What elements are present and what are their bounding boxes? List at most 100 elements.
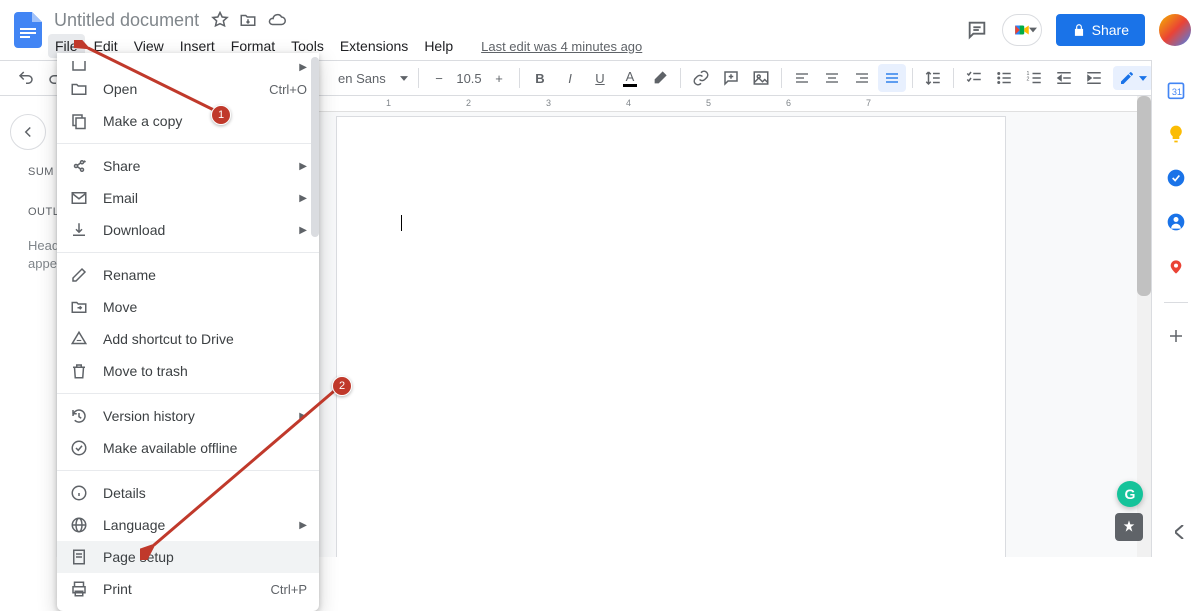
align-justify-button[interactable] bbox=[878, 64, 906, 92]
menu-item-download[interactable]: Download ▶ bbox=[57, 214, 319, 246]
bold-button[interactable]: B bbox=[526, 64, 554, 92]
move-icon[interactable] bbox=[239, 11, 257, 29]
align-center-button[interactable] bbox=[818, 64, 846, 92]
decrease-indent-button[interactable] bbox=[1050, 64, 1078, 92]
account-avatar[interactable] bbox=[1159, 14, 1191, 46]
menu-item-details[interactable]: Details bbox=[57, 477, 319, 509]
contacts-icon[interactable] bbox=[1166, 212, 1186, 232]
submenu-arrow-icon: ▶ bbox=[299, 520, 307, 531]
menu-item-share[interactable]: Share ▶ bbox=[57, 150, 319, 182]
add-addon-icon[interactable] bbox=[1167, 327, 1185, 345]
open-comments-icon[interactable] bbox=[966, 19, 988, 41]
menu-item-version-history[interactable]: Version history ▶ bbox=[57, 400, 319, 432]
menu-item-make-copy[interactable]: Make a copy bbox=[57, 105, 319, 137]
menu-item-label: Rename bbox=[103, 267, 307, 283]
history-icon bbox=[69, 406, 89, 426]
align-right-button[interactable] bbox=[848, 64, 876, 92]
menu-item-label: Move bbox=[103, 299, 307, 315]
side-panel-toggle[interactable] bbox=[1175, 525, 1185, 539]
insert-comment-button[interactable] bbox=[717, 64, 745, 92]
font-size-decrease[interactable]: − bbox=[425, 64, 453, 92]
share-icon bbox=[69, 156, 89, 176]
bulleted-list-button[interactable] bbox=[990, 64, 1018, 92]
download-icon bbox=[69, 220, 89, 240]
tasks-icon[interactable] bbox=[1166, 168, 1186, 188]
menu-item-label: Page setup bbox=[103, 549, 307, 565]
maps-icon[interactable] bbox=[1168, 256, 1184, 278]
grammarly-icon[interactable]: G bbox=[1117, 481, 1143, 507]
numbered-list-button[interactable]: 12 bbox=[1020, 64, 1048, 92]
menu-item-add-shortcut[interactable]: Add shortcut to Drive bbox=[57, 323, 319, 355]
ruler-mark: 6 bbox=[786, 98, 791, 108]
folder-icon bbox=[69, 79, 89, 99]
submenu-arrow-icon: ▶ bbox=[299, 225, 307, 236]
outline-collapse-button[interactable] bbox=[10, 114, 46, 150]
menu-item-label: Download bbox=[103, 222, 285, 238]
font-family-value: en Sans bbox=[338, 71, 386, 86]
document-title[interactable]: Untitled document bbox=[48, 8, 205, 33]
underline-button[interactable]: U bbox=[586, 64, 614, 92]
text-color-button[interactable]: A bbox=[616, 64, 644, 92]
font-family-select[interactable]: en Sans bbox=[334, 71, 412, 86]
copy-icon bbox=[69, 111, 89, 131]
offline-icon bbox=[69, 438, 89, 458]
menu-item-label: Add shortcut to Drive bbox=[103, 331, 307, 347]
explore-button[interactable] bbox=[1115, 513, 1143, 541]
text-cursor bbox=[401, 215, 402, 231]
meet-button[interactable] bbox=[1002, 14, 1042, 46]
ruler-mark: 5 bbox=[706, 98, 711, 108]
menu-item-open[interactable]: Open Ctrl+O bbox=[57, 73, 319, 105]
docs-logo[interactable] bbox=[8, 10, 48, 50]
menu-item-move[interactable]: Move bbox=[57, 291, 319, 323]
page-setup-icon bbox=[69, 547, 89, 567]
menu-item-rename[interactable]: Rename bbox=[57, 259, 319, 291]
menu-item-shortcut: Ctrl+O bbox=[269, 82, 307, 97]
line-spacing-button[interactable] bbox=[919, 64, 947, 92]
checklist-button[interactable] bbox=[960, 64, 988, 92]
insert-image-button[interactable] bbox=[747, 64, 775, 92]
menu-item-shortcut: Ctrl+P bbox=[271, 582, 307, 597]
star-icon[interactable] bbox=[211, 11, 229, 29]
font-size-value[interactable]: 10.5 bbox=[455, 70, 483, 87]
ruler-mark: 2 bbox=[466, 98, 471, 108]
menu-item-label: Language bbox=[103, 517, 285, 533]
menu-help[interactable]: Help bbox=[417, 34, 460, 58]
align-left-button[interactable] bbox=[788, 64, 816, 92]
cloud-status-icon[interactable] bbox=[267, 11, 287, 29]
menu-item-page-setup[interactable]: Page setup bbox=[57, 541, 319, 573]
ruler-mark: 7 bbox=[866, 98, 871, 108]
last-edit-link[interactable]: Last edit was 4 minutes ago bbox=[474, 35, 649, 58]
increase-indent-button[interactable] bbox=[1080, 64, 1108, 92]
menu-item-label: Make available offline bbox=[103, 440, 307, 456]
menu-item-offline[interactable]: Make available offline bbox=[57, 432, 319, 464]
menu-extensions[interactable]: Extensions bbox=[333, 34, 415, 58]
undo-button[interactable] bbox=[12, 64, 40, 92]
submenu-arrow-icon: ▶ bbox=[299, 62, 307, 73]
insert-link-button[interactable] bbox=[687, 64, 715, 92]
menu-item-label: Make a copy bbox=[103, 113, 307, 129]
menu-item-print[interactable]: Print Ctrl+P bbox=[57, 573, 319, 605]
calendar-icon[interactable]: 31 bbox=[1166, 80, 1186, 100]
document-page[interactable] bbox=[336, 116, 1006, 557]
menu-item-email[interactable]: Email ▶ bbox=[57, 182, 319, 214]
file-menu-dropdown: ▶ Open Ctrl+O Make a copy Share ▶ Email … bbox=[57, 53, 319, 611]
horizontal-ruler[interactable]: 1 2 3 4 5 6 7 bbox=[306, 96, 1141, 112]
drive-shortcut-icon bbox=[69, 329, 89, 349]
keep-icon[interactable] bbox=[1166, 124, 1186, 144]
share-button[interactable]: Share bbox=[1056, 14, 1145, 46]
highlight-button[interactable] bbox=[646, 64, 674, 92]
plus-square-icon bbox=[69, 61, 89, 73]
side-panel-rail: 31 bbox=[1151, 60, 1199, 557]
pencil-icon bbox=[69, 265, 89, 285]
italic-button[interactable]: I bbox=[556, 64, 584, 92]
svg-text:2: 2 bbox=[1027, 76, 1030, 82]
editing-mode-button[interactable] bbox=[1113, 66, 1153, 90]
trash-icon bbox=[69, 361, 89, 381]
menu-item-new[interactable]: ▶ bbox=[57, 59, 319, 73]
menu-item-trash[interactable]: Move to trash bbox=[57, 355, 319, 387]
menu-item-language[interactable]: Language ▶ bbox=[57, 509, 319, 541]
submenu-arrow-icon: ▶ bbox=[299, 161, 307, 172]
menu-scrollbar[interactable] bbox=[311, 53, 319, 611]
info-icon bbox=[69, 483, 89, 503]
font-size-increase[interactable]: + bbox=[485, 64, 513, 92]
